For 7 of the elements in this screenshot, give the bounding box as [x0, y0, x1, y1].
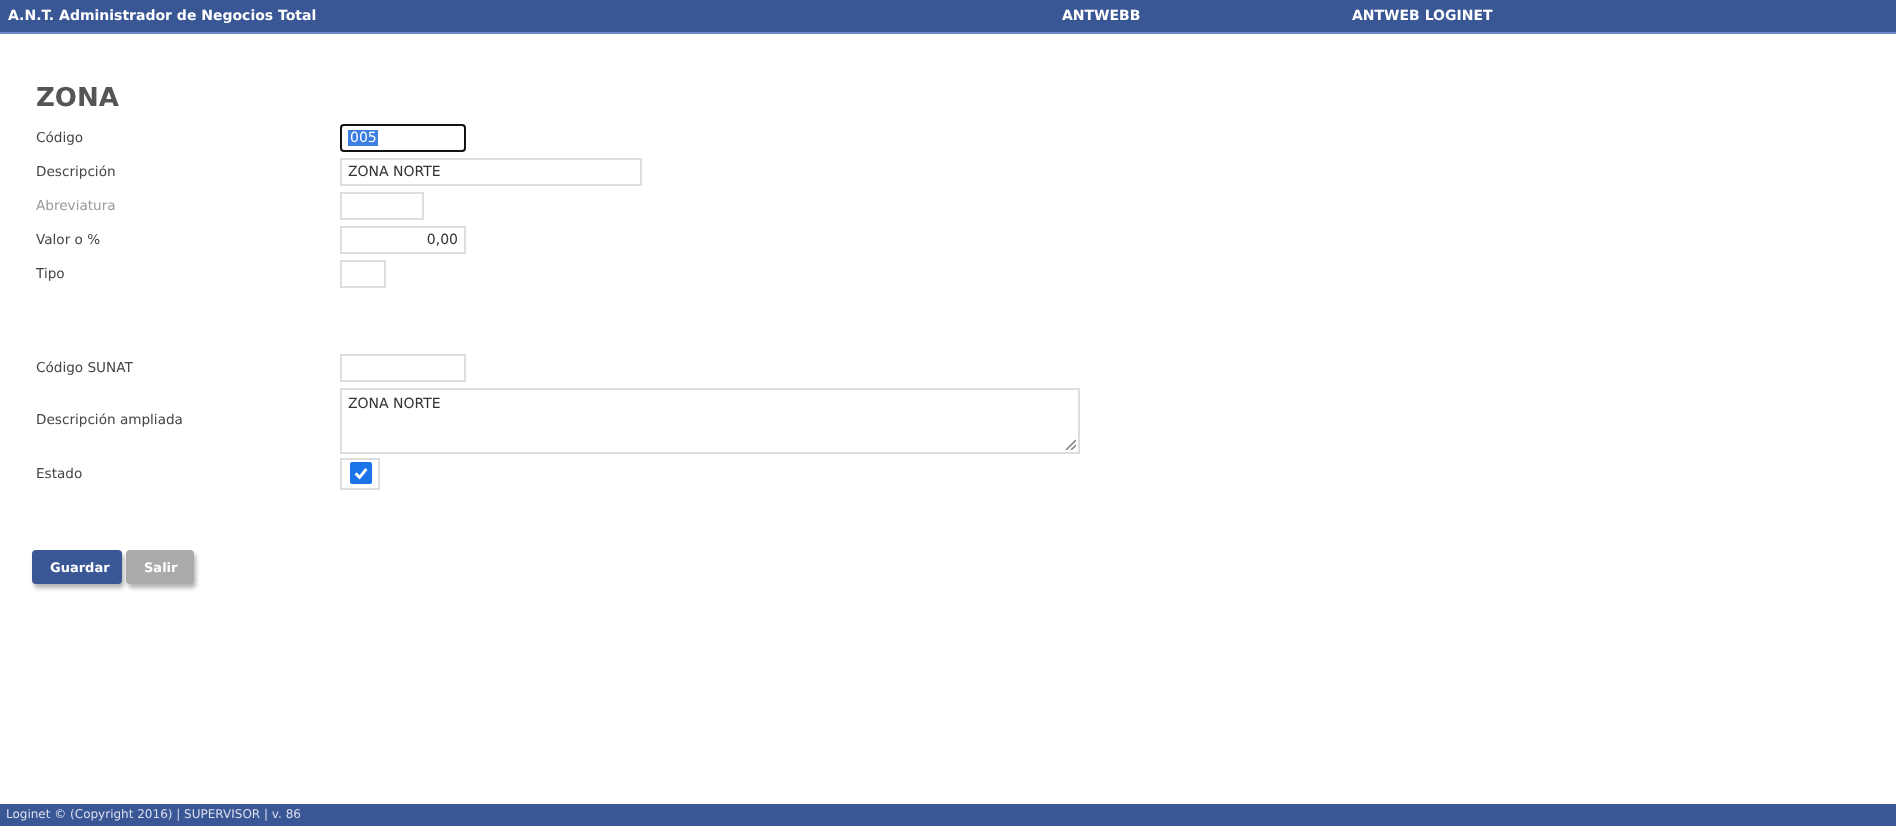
resize-grip-icon[interactable]: [1064, 437, 1076, 449]
input-field[interactable]: [340, 191, 424, 219]
input-field[interactable]: [340, 259, 386, 287]
form-title: ZONA: [36, 84, 121, 114]
input-field[interactable]: [340, 353, 466, 381]
checkbox[interactable]: [340, 457, 380, 489]
checkmark-icon: [351, 464, 369, 482]
